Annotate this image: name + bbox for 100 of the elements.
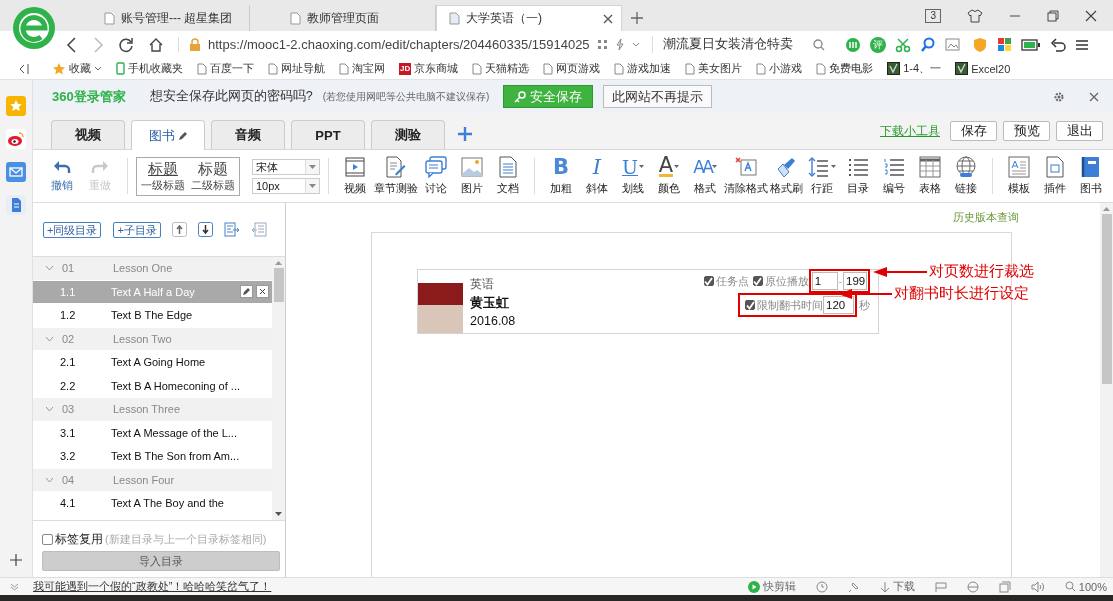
editor-tab[interactable]: PPT [291,120,365,149]
apps-icon[interactable] [997,37,1012,52]
add-tab-icon[interactable] [457,126,473,142]
add-child-button[interactable]: +子目录 [113,221,161,238]
toolbar-button[interactable]: 图片 [454,156,490,196]
weibo-icon[interactable] [6,129,26,149]
scrollbar-thumb[interactable] [273,268,284,302]
scissors-icon[interactable] [895,36,911,53]
toolbar-button[interactable]: AA 格式 [687,156,723,196]
checkbox[interactable] [752,276,763,286]
editor-tab[interactable]: 视频 [51,120,125,149]
checkbox[interactable] [703,276,714,286]
lightning-icon[interactable] [614,38,625,51]
shield-icon[interactable] [972,36,988,53]
battery-icon[interactable] [1021,38,1041,51]
bookmark[interactable]: 免费电影 [814,61,876,76]
quick-edit-button[interactable]: 快剪辑 [747,579,796,594]
toolbar-button[interactable]: 章节测验 [372,156,418,196]
notes-icon[interactable] [6,195,26,215]
close-icon[interactable] [603,13,613,24]
window-icon[interactable] [998,580,1011,593]
qr-icon[interactable] [596,39,608,50]
add-icon[interactable] [9,553,23,567]
chevron-down-icon[interactable] [45,476,54,483]
toolbar-button[interactable]: 目录 [840,156,877,196]
page-from-field[interactable]: 1 [811,272,838,290]
bookmark[interactable]: 网址导航 [266,61,327,76]
page-to-field[interactable]: 199 [843,272,867,290]
move-down-icon[interactable] [197,222,213,237]
flag-icon[interactable] [934,580,947,593]
scrollbar[interactable] [272,257,285,520]
dropdown[interactable]: 10px [252,177,320,194]
chevron-down-icon[interactable] [45,406,54,413]
toolbar-button[interactable]: 行距 [804,156,841,196]
scroll-down-icon[interactable] [275,512,282,516]
outdent-icon[interactable] [250,222,267,237]
toolbar-button[interactable]: B 加粗 [543,156,579,196]
new-tab-icon[interactable] [630,11,644,25]
close-icon[interactable] [1085,9,1097,22]
time-limit-field[interactable]: 120 [823,296,854,314]
mail-icon[interactable] [6,162,26,182]
add-sibling-button[interactable]: +同级目录 [43,221,102,238]
download-button[interactable]: 下载 [879,579,915,594]
clock-icon[interactable] [815,580,828,593]
checkbox[interactable] [745,300,755,310]
bookmark[interactable]: 收藏 [50,61,104,76]
bookmark[interactable]: 游戏加速 [612,61,674,76]
edit-icon[interactable] [240,285,253,299]
indent-icon[interactable] [223,222,240,237]
undo-button[interactable]: 撤销 [43,159,81,193]
editor-tab[interactable]: 测验 [371,120,445,149]
history-link[interactable]: 历史版本查询 [953,210,1019,225]
restore-icon[interactable] [1047,9,1059,22]
home-icon[interactable] [148,36,164,53]
heading-style-button[interactable]: 标题 二级标题 [191,159,235,193]
editor-tab[interactable]: 图书 [131,120,205,150]
move-up-icon[interactable] [171,222,187,237]
toolbar-button[interactable]: 链接 [948,156,985,196]
book-circle-icon[interactable] [845,36,861,53]
bookmark[interactable]: 1-4、一 [885,61,944,76]
search-icon[interactable] [920,36,936,53]
caret-icon[interactable] [631,42,640,47]
toolbar-button[interactable]: 编号 [876,156,913,196]
bookmark[interactable]: 天猫精选 [470,61,532,76]
browser-icon[interactable] [966,580,979,593]
toolbar-button[interactable]: I 斜体 [579,156,615,196]
pin-icon[interactable] [847,580,860,593]
reload-icon[interactable] [118,36,134,53]
forward-icon[interactable] [92,36,104,53]
sidebar-toggle-icon[interactable] [18,62,30,75]
toolbar-button[interactable]: 格式刷 [768,156,805,196]
delete-icon[interactable] [256,285,269,299]
scroll-up-icon[interactable] [1103,207,1110,211]
shirt-icon[interactable] [967,8,983,23]
bookmark[interactable]: 手机收藏夹 [114,61,185,76]
url-text[interactable]: https://mooc1-2.chaoxing.com/edit/chapters/204460335/15914025 [208,37,590,52]
chevron-down-icon[interactable] [45,265,54,272]
settings-icon[interactable] [1053,90,1065,103]
toolbar-button[interactable]: U 划线 [615,156,651,196]
speaker-icon[interactable] [1030,580,1045,593]
action-button[interactable]: 退出 [1056,121,1103,141]
dropdown[interactable]: 宋体 [252,158,320,175]
chevron-down-icon[interactable] [10,582,19,591]
bookmark[interactable]: Excel20 [953,62,1013,75]
scrollbar-thumb[interactable] [1101,214,1112,384]
toolbar-button[interactable]: 文档 [490,156,526,196]
news-link[interactable]: 我可能遇到一个假的“政教处”！哈哈哈笑岔气了！ [33,579,272,594]
bookmark[interactable]: 美女图片 [683,61,745,76]
scroll-up-icon[interactable] [275,261,282,265]
heading-style-button[interactable]: 标题 一级标题 [141,159,185,193]
undo-arrow-icon[interactable] [1050,36,1066,53]
toolbar-button[interactable]: 模板 [1001,156,1038,196]
toolbar-button[interactable]: 图书 [1073,156,1110,196]
toolbar-button[interactable]: 插件 [1037,156,1074,196]
checkbox[interactable] [42,534,53,545]
close-icon[interactable] [1089,91,1099,102]
toolbar-button[interactable]: 表格 [912,156,949,196]
action-button[interactable]: 预览 [1003,121,1050,141]
chevron-down-icon[interactable] [45,335,54,342]
tab-count[interactable]: 3 [925,8,941,23]
